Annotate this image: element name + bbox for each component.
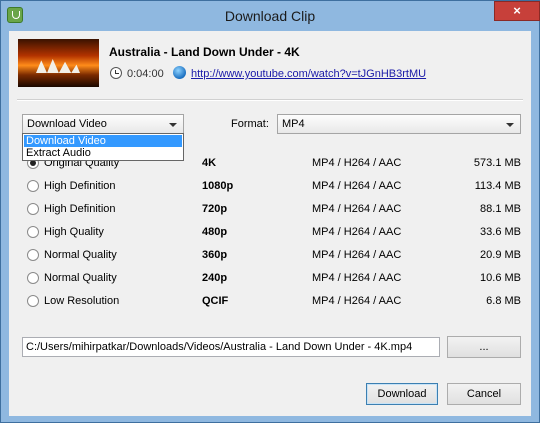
download-clip-dialog: Download Clip × Australia - Land Down Un… — [0, 0, 540, 423]
quality-resolution: 480p — [202, 226, 228, 238]
save-path-input[interactable]: C:/Users/mihirpatkar/Downloads/Videos/Au… — [22, 337, 440, 357]
quality-size: 6.8 MB — [486, 295, 521, 307]
divider — [17, 99, 523, 101]
quality-format: MP4 / H264 / AAC — [312, 272, 402, 284]
quality-name: High Definition — [44, 180, 116, 192]
clock-icon — [110, 67, 122, 79]
quality-format: MP4 / H264 / AAC — [312, 203, 402, 215]
quality-row[interactable]: Low Resolution QCIF MP4 / H264 / AAC 6.8 MB — [25, 294, 521, 310]
format-select[interactable]: MP4 — [277, 114, 521, 134]
download-button[interactable]: Download — [366, 383, 438, 405]
quality-name: Low Resolution — [44, 295, 120, 307]
quality-resolution: 1080p — [202, 180, 234, 192]
download-mode-value: Download Video — [27, 118, 107, 130]
quality-format: MP4 / H264 / AAC — [312, 249, 402, 261]
quality-name: Normal Quality — [44, 249, 117, 261]
chevron-down-icon[interactable] — [506, 123, 514, 127]
title-bar[interactable]: Download Clip × — [1, 1, 540, 31]
quality-resolution: 240p — [202, 272, 228, 284]
quality-size: 10.6 MB — [480, 272, 521, 284]
browse-button[interactable]: ... — [447, 336, 521, 358]
quality-resolution: 360p — [202, 249, 228, 261]
quality-row[interactable]: High Definition 1080p MP4 / H264 / AAC 113.… — [25, 179, 521, 195]
quality-size: 20.9 MB — [480, 249, 521, 261]
quality-resolution: 4K — [202, 157, 217, 169]
quality-radio[interactable] — [27, 295, 39, 307]
clip-title: Australia - Land Down Under - 4K — [109, 45, 300, 59]
globe-icon — [173, 66, 186, 79]
quality-format: MP4 / H264 / AAC — [312, 295, 402, 307]
video-thumbnail — [18, 39, 99, 87]
quality-name: High Definition — [44, 203, 116, 215]
clip-url-link[interactable]: http://www.youtube.com/watch?v=tJGnHB3rt… — [191, 68, 426, 80]
clip-duration: 0:04:00 — [127, 68, 164, 80]
quality-row[interactable]: Normal Quality 240p MP4 / H264 / AAC 10.6 M… — [25, 271, 521, 287]
quality-name: High Quality — [44, 226, 104, 238]
quality-size: 573.1 MB — [473, 157, 521, 169]
dialog-body: Australia - Land Down Under - 4K 0:04:00… — [9, 31, 531, 416]
quality-size: 88.1 MB — [480, 203, 521, 215]
format-value: MP4 — [282, 118, 305, 130]
quality-row[interactable]: Normal Quality 360p MP4 / H264 / AAC 20.9 M… — [25, 248, 521, 264]
close-button[interactable]: × — [494, 1, 540, 21]
quality-format: MP4 / H264 / AAC — [312, 226, 402, 238]
chevron-down-icon[interactable] — [169, 123, 177, 127]
cancel-button[interactable]: Cancel — [447, 383, 521, 405]
quality-name: Normal Quality — [44, 272, 117, 284]
quality-radio[interactable] — [27, 226, 39, 238]
quality-format: MP4 / H264 / AAC — [312, 180, 402, 192]
download-mode-select[interactable]: Download Video — [22, 114, 184, 134]
quality-row[interactable]: High Quality 480p MP4 / H264 / AAC 33.6 MB — [25, 225, 521, 241]
quality-format: MP4 / H264 / AAC — [312, 157, 402, 169]
quality-radio[interactable] — [27, 249, 39, 261]
quality-radio[interactable] — [27, 180, 39, 192]
quality-size: 33.6 MB — [480, 226, 521, 238]
download-mode-dropdown: Download Video Extract Audio — [22, 133, 184, 161]
window-title: Download Clip — [224, 8, 316, 24]
quality-resolution: QCIF — [202, 295, 229, 307]
format-label: Format: — [231, 118, 269, 130]
quality-radio[interactable] — [27, 203, 39, 215]
quality-resolution: 720p — [202, 203, 228, 215]
option-download-video[interactable]: Download Video — [24, 135, 182, 147]
quality-radio[interactable] — [27, 272, 39, 284]
option-extract-audio[interactable]: Extract Audio — [24, 147, 182, 159]
quality-size: 113.4 MB — [474, 180, 521, 192]
quality-row[interactable]: High Definition 720p MP4 / H264 / AAC 88.1 … — [25, 202, 521, 218]
